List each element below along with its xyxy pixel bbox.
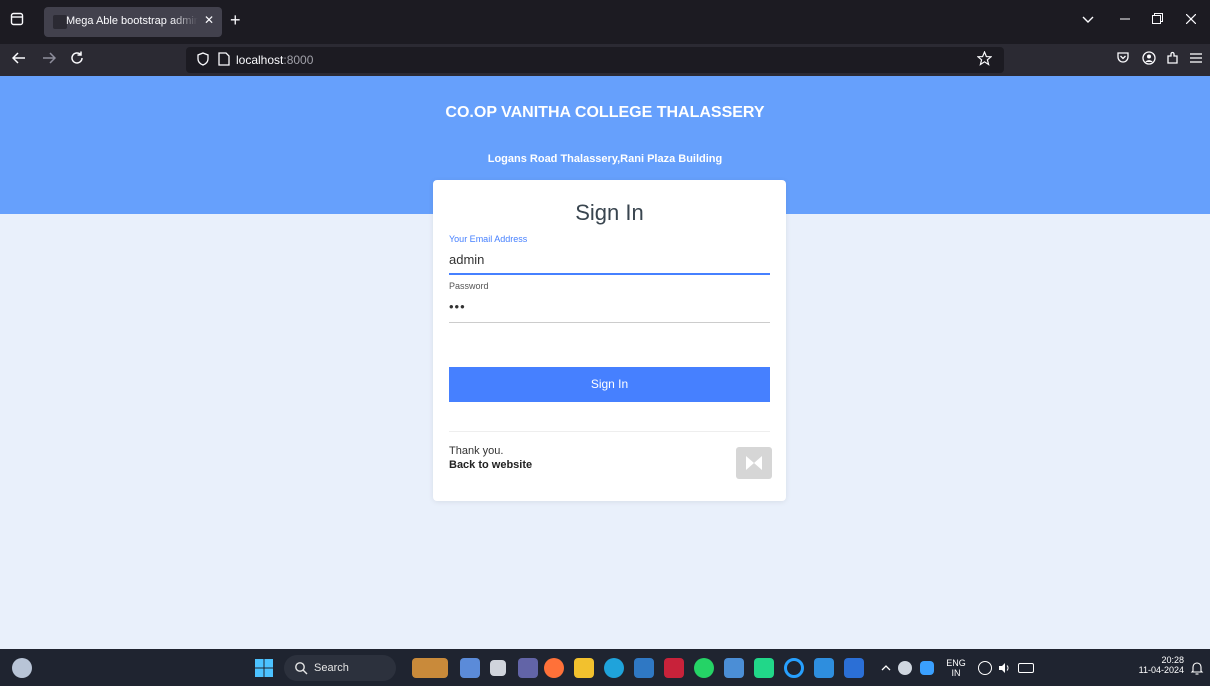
college-name: CO.OP VANITHA COLLEGE THALASSERY	[445, 104, 765, 121]
whatsapp-icon[interactable]	[694, 658, 714, 678]
restore-icon[interactable]	[1152, 12, 1163, 27]
copilot-icon[interactable]	[460, 658, 480, 678]
reload-icon[interactable]	[70, 51, 84, 68]
url-host: localhost	[236, 53, 284, 67]
tab-overflow-chevron-icon[interactable]	[1082, 12, 1094, 27]
password-underline	[449, 322, 770, 323]
tab-title: Mega Able bootstrap admin template	[66, 15, 198, 27]
menu-hamburger-icon[interactable]	[1190, 51, 1202, 67]
tab-list-icon[interactable]	[6, 8, 28, 30]
tab-favicon-icon	[53, 15, 67, 29]
tray-sync-icon[interactable]	[920, 661, 934, 675]
bookmark-star-icon[interactable]	[976, 50, 993, 69]
clock-time: 20:28	[1161, 655, 1184, 665]
tab-close-icon[interactable]: ✕	[204, 13, 214, 27]
college-address: Logans Road Thalassery,Rani Plaza Buildi…	[487, 153, 723, 165]
pycharm-icon[interactable]	[754, 658, 774, 678]
clock-date: 11-04-2024	[1138, 665, 1184, 675]
email-input[interactable]: admin	[449, 252, 484, 267]
browser-tab[interactable]: Mega Able bootstrap admin template ✕	[44, 7, 222, 37]
firefox-icon[interactable]	[544, 658, 564, 678]
email-label: Your Email Address	[449, 234, 528, 244]
search-label: Search	[314, 662, 349, 674]
taskbar-search[interactable]: Search	[284, 655, 396, 681]
widgets-news-icon[interactable]	[412, 658, 448, 678]
pocket-icon[interactable]	[1116, 51, 1130, 68]
clock[interactable]: 20:28 11-04-2024	[1124, 655, 1184, 675]
page-icon[interactable]	[218, 52, 230, 66]
minimize-icon[interactable]	[1120, 12, 1130, 27]
lang-bottom: IN	[951, 668, 961, 678]
teams-icon[interactable]	[518, 658, 538, 678]
login-card: Sign In Your Email Address admin Passwor…	[433, 180, 786, 501]
thanks-text: Thank you.	[449, 445, 504, 457]
tray-cloud-icon[interactable]	[898, 661, 912, 675]
sign-in-button[interactable]: Sign In	[449, 367, 770, 402]
network-globe-icon[interactable]	[978, 661, 992, 675]
mcafee-icon[interactable]	[664, 658, 684, 678]
back-arrow-icon[interactable]	[11, 51, 26, 68]
forward-arrow-icon[interactable]	[42, 51, 57, 68]
volume-icon[interactable]	[998, 661, 1012, 675]
lang-top: ENG	[946, 658, 966, 668]
task-view-icon[interactable]	[490, 660, 506, 676]
app-launcher-icon[interactable]	[634, 658, 654, 678]
word-icon[interactable]	[844, 658, 864, 678]
extensions-icon[interactable]	[1166, 51, 1180, 68]
pinned-app-icon[interactable]	[814, 658, 834, 678]
weather-widget-icon[interactable]	[12, 658, 32, 678]
browser-tab-bar: Mega Able bootstrap admin template ✕ +	[0, 0, 1210, 44]
brand-logo-icon	[736, 447, 772, 479]
notification-bell-icon[interactable]	[1190, 661, 1204, 675]
login-title: Sign In	[575, 200, 644, 225]
file-explorer-icon[interactable]	[574, 658, 594, 678]
search-icon	[294, 661, 308, 675]
url-port: :8000	[283, 53, 314, 67]
password-input[interactable]: •••	[449, 299, 466, 314]
address-bar[interactable]: localhost:8000	[186, 47, 1004, 73]
close-window-icon[interactable]	[1185, 12, 1197, 27]
card-divider	[449, 431, 770, 432]
password-label: Password	[449, 281, 489, 291]
tray-chevron-up-icon[interactable]	[876, 658, 896, 678]
language-indicator[interactable]: ENG IN	[944, 658, 968, 678]
store-icon[interactable]	[724, 658, 744, 678]
back-to-website-link[interactable]: Back to website	[449, 459, 532, 471]
windows-start-icon[interactable]	[254, 658, 274, 678]
cortana-circle-icon[interactable]	[784, 658, 804, 678]
email-underline	[449, 273, 770, 275]
account-icon[interactable]	[1142, 51, 1156, 68]
url-text: localhost:8000	[236, 53, 313, 67]
battery-icon[interactable]	[1018, 663, 1034, 673]
new-tab-button[interactable]: +	[230, 8, 241, 32]
os-taskbar: Search ENG IN 20:28 11-04-2024	[0, 649, 1210, 686]
shield-icon[interactable]	[196, 52, 210, 66]
edge-icon[interactable]	[604, 658, 624, 678]
browser-nav-bar: localhost:8000	[0, 44, 1210, 76]
